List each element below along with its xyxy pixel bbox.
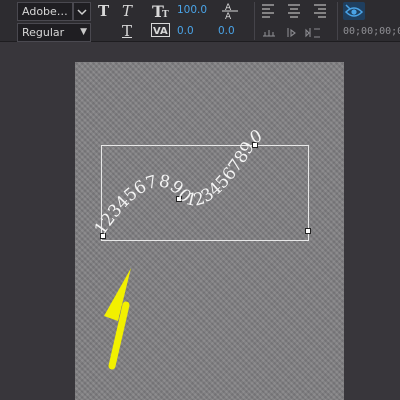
path-text-content: 12345678901234567890: [91, 126, 266, 239]
path-text-overlay: 12345678901234567890: [91, 126, 311, 370]
path-anchor-end: [305, 228, 311, 234]
yellow-arrow-icon: [104, 268, 131, 370]
path-text[interactable]: 12345678901234567890: [91, 126, 266, 239]
